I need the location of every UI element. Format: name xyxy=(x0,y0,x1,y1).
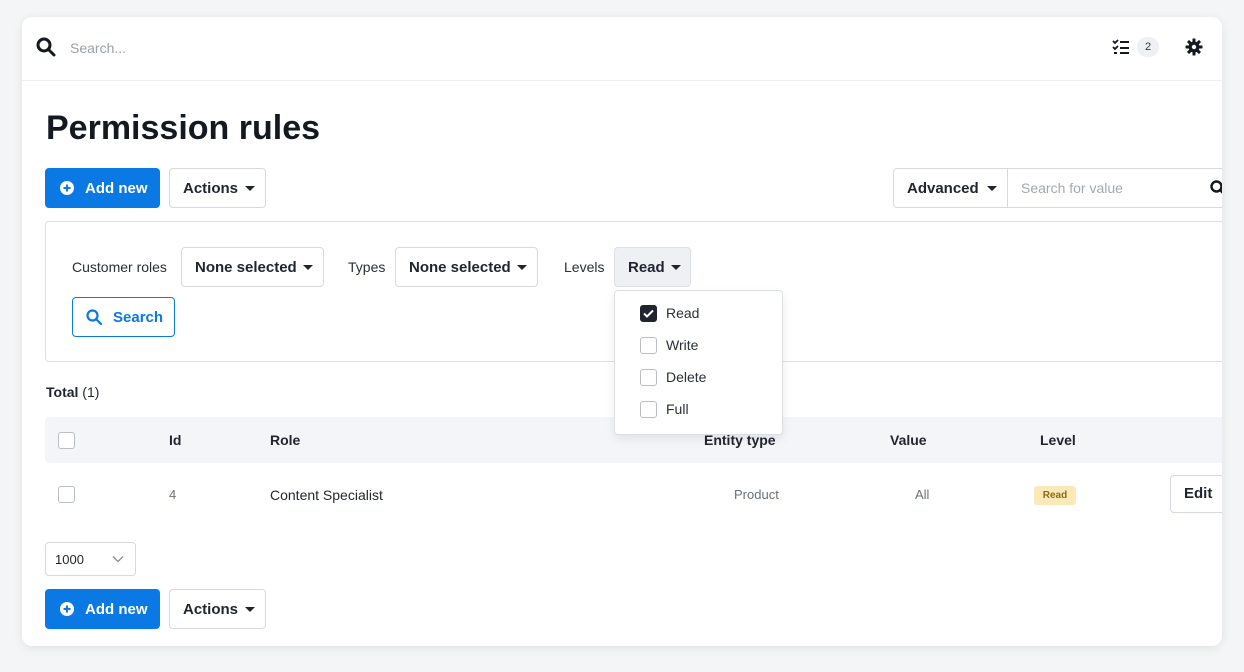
option-label: Write xyxy=(666,337,699,353)
levels-option-delete[interactable]: Delete xyxy=(640,367,706,387)
column-header-value[interactable]: Value xyxy=(890,432,927,448)
levels-option-full[interactable]: Full xyxy=(640,399,689,419)
add-new-label: Add new xyxy=(85,600,148,618)
search-button-label: Search xyxy=(113,308,164,326)
levels-label: Levels xyxy=(564,259,605,275)
caret-down-icon xyxy=(516,264,527,270)
tasks-icon[interactable] xyxy=(1112,38,1130,56)
add-new-button[interactable]: Add new xyxy=(45,168,160,208)
levels-value: Read xyxy=(628,258,665,276)
select-all-checkbox[interactable] xyxy=(58,432,75,449)
level-badge: Read xyxy=(1034,486,1076,505)
plus-circle-icon xyxy=(60,602,74,616)
add-new-button-bottom[interactable]: Add new xyxy=(45,589,160,629)
checkbox[interactable] xyxy=(640,336,657,354)
row-checkbox[interactable] xyxy=(58,486,75,503)
add-new-label: Add new xyxy=(85,179,148,197)
actions-label: Actions xyxy=(183,179,239,197)
customer-roles-label: Customer roles xyxy=(72,259,167,275)
page-size-select[interactable]: 1000 xyxy=(45,542,136,576)
actions-dropdown-button[interactable]: Actions xyxy=(169,168,266,208)
option-label: Read xyxy=(666,305,700,321)
levels-select[interactable]: Read xyxy=(614,247,691,287)
cell-id: 4 xyxy=(169,487,177,502)
advanced-dropdown-button[interactable]: Advanced xyxy=(894,169,1008,207)
caret-down-icon xyxy=(245,185,256,191)
column-header-level[interactable]: Level xyxy=(1040,432,1076,448)
total-value: (1) xyxy=(82,384,100,400)
cell-role: Content Specialist xyxy=(270,487,383,503)
types-value: None selected xyxy=(409,258,511,276)
tasks-count-badge: 2 xyxy=(1137,37,1159,57)
gear-icon[interactable] xyxy=(1185,38,1203,56)
column-header-role[interactable]: Role xyxy=(270,432,300,448)
global-search-input[interactable]: Search... xyxy=(70,40,126,56)
types-select[interactable]: None selected xyxy=(395,247,538,287)
search-icon[interactable] xyxy=(36,37,56,57)
plus-circle-icon xyxy=(60,181,74,195)
caret-down-icon xyxy=(670,264,681,270)
advanced-search-group: Advanced Search for value xyxy=(893,168,1222,208)
search-icon xyxy=(86,309,102,325)
caret-down-icon xyxy=(245,606,256,612)
page-size-value: 1000 xyxy=(55,551,84,567)
option-label: Delete xyxy=(666,369,707,385)
total-count: Total (1) xyxy=(46,384,99,400)
checkbox[interactable] xyxy=(640,368,657,386)
actions-dropdown-button-bottom[interactable]: Actions xyxy=(169,589,266,629)
types-label: Types xyxy=(348,259,386,275)
column-header-id[interactable]: Id xyxy=(169,432,181,448)
caret-down-icon xyxy=(302,264,313,270)
cell-entity-type: Product xyxy=(734,487,779,502)
total-label: Total xyxy=(46,384,79,400)
option-label: Full xyxy=(666,401,689,417)
caret-down-icon xyxy=(986,185,997,191)
levels-option-write[interactable]: Write xyxy=(640,335,698,355)
customer-roles-value: None selected xyxy=(195,258,297,276)
customer-roles-select[interactable]: None selected xyxy=(181,247,324,287)
edit-button[interactable]: Edit xyxy=(1170,475,1222,513)
table-row: 4 Content Specialist Product All Read Ed… xyxy=(45,467,1222,521)
top-bar: Search... 2 xyxy=(22,17,1222,81)
levels-option-read[interactable]: Read xyxy=(640,303,699,323)
advanced-label: Advanced xyxy=(907,179,979,197)
actions-label: Actions xyxy=(183,600,239,618)
page-title: Permission rules xyxy=(46,109,321,147)
chevron-down-icon xyxy=(112,556,124,563)
search-icon[interactable] xyxy=(1210,180,1222,196)
checkbox[interactable] xyxy=(640,400,657,418)
checkbox-checked[interactable] xyxy=(640,304,657,322)
check-icon xyxy=(643,309,654,318)
cell-value: All xyxy=(915,487,930,502)
value-search-input[interactable]: Search for value xyxy=(1021,180,1123,196)
search-button[interactable]: Search xyxy=(72,297,175,337)
app-window: Search... 2 Permission rules Add new Act… xyxy=(22,17,1222,646)
levels-dropdown-menu: Read Write Delete Full xyxy=(614,290,783,435)
